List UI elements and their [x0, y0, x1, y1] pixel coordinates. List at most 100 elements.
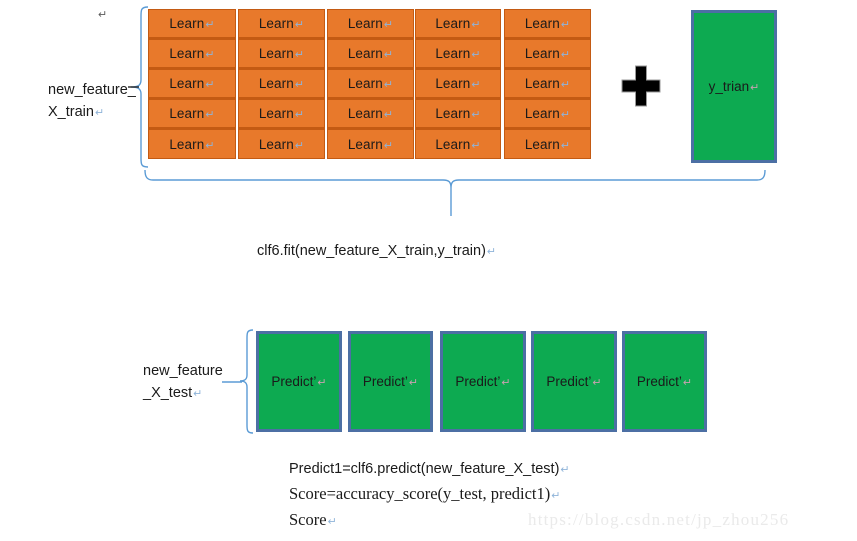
learner-cell-label: Learn: [347, 16, 383, 31]
learner-cell: Learn ↵: [148, 9, 236, 39]
diagram-canvas: ↵ new_feature_ X_train↵ Learn ↵ Learn ↵ Lear…: [0, 0, 857, 541]
learner-cell: Learn ↵: [327, 129, 414, 159]
test-input-label-line1: new_feature: [143, 363, 223, 379]
learner-cell: Learn ↵: [327, 69, 414, 99]
pilcrow-icon: ↵: [486, 246, 497, 258]
predict-box-label: Predict’: [362, 374, 408, 389]
learner-column: Learn ↵ Learn ↵ Learn ↵ Learn ↵ Learn ↵: [327, 9, 414, 159]
learner-cell: Learn ↵: [148, 129, 236, 159]
test-label-connector-icon: [222, 381, 242, 383]
train-input-label-line2: X_train: [48, 104, 94, 120]
learner-cell: Learn ↵: [327, 9, 414, 39]
learner-column: Learn ↵ Learn ↵ Learn ↵ Learn ↵ Learn ↵: [238, 9, 325, 159]
learner-cell-label: Learn: [347, 76, 383, 91]
pilcrow-icon: ↵: [383, 139, 394, 152]
learner-cell: Learn ↵: [238, 9, 325, 39]
predict-box: Predict’ ↵: [348, 331, 433, 432]
learner-cell: Learn ↵: [238, 129, 325, 159]
stray-pilcrow-mark: ↵: [98, 9, 108, 21]
pilcrow-icon: ↵: [682, 377, 693, 389]
learner-cell-label: Learn: [258, 106, 294, 121]
pilcrow-icon: ↵: [205, 109, 215, 121]
learner-cell: Learn ↵: [148, 39, 236, 69]
learner-cell: Learn ↵: [504, 39, 591, 69]
learner-cell-label: Learn: [435, 16, 471, 31]
pilcrow-icon: ↵: [294, 19, 305, 31]
pilcrow-icon: ↵: [94, 107, 105, 119]
learner-cell: Learn ↵: [415, 99, 501, 129]
pilcrow-icon: ↵: [560, 139, 571, 152]
pilcrow-icon: ↵: [205, 19, 215, 31]
code-line-text: Predict1=clf6.predict(new_feature_X_test…: [289, 461, 560, 477]
pilcrow-icon: ↵: [560, 109, 571, 121]
learner-cell-label: Learn: [435, 106, 471, 121]
pilcrow-icon: ↵: [551, 490, 561, 502]
pilcrow-icon: ↵: [294, 49, 305, 61]
pilcrow-icon: ↵: [205, 49, 215, 61]
learner-cell-label: Learn: [169, 46, 205, 61]
predict-box-label: Predict’: [455, 374, 501, 389]
learner-cell-label: Learn: [524, 136, 560, 152]
pilcrow-icon: ↵: [750, 82, 760, 94]
pilcrow-icon: ↵: [383, 79, 394, 91]
learner-cell-label: Learn: [169, 106, 205, 121]
test-input-label-line2: _X_test: [143, 385, 193, 401]
learner-cell: Learn ↵: [504, 99, 591, 129]
learner-cell: Learn ↵: [415, 39, 501, 69]
learner-column: Learn ↵ Learn ↵ Learn ↵ Learn ↵ Learn ↵: [504, 9, 591, 159]
code-line-text: Score: [289, 510, 327, 529]
pilcrow-icon: ↵: [317, 377, 327, 389]
learner-cell-label: Learn: [524, 76, 560, 91]
learner-column: Learn ↵ Learn ↵ Learn ↵ Learn ↵ Learn ↵: [415, 9, 501, 159]
y-train-box: y_trian ↵: [691, 10, 777, 163]
pilcrow-icon: ↵: [294, 139, 305, 152]
y-train-box-label: y_trian: [708, 79, 750, 94]
learner-cell-label: Learn: [169, 136, 205, 152]
pilcrow-icon: ↵: [294, 109, 305, 121]
learner-cell-label: Learn: [347, 46, 383, 61]
pilcrow-icon: ↵: [501, 377, 511, 389]
predict-box: Predict’ ↵: [531, 331, 617, 432]
predict-box-label: Predict’: [271, 374, 317, 389]
pilcrow-icon: ↵: [193, 388, 203, 400]
learner-cell-label: Learn: [258, 136, 294, 152]
learner-cell-label: Learn: [524, 106, 560, 121]
fit-call-code: clf6.fit(new_feature_X_train,y_train): [257, 243, 486, 259]
learner-cell: Learn ↵: [327, 99, 414, 129]
learner-cell-label: Learn: [169, 16, 205, 31]
learner-cell: Learn ↵: [327, 39, 414, 69]
learner-cell-label: Learn: [524, 16, 560, 31]
learner-cell: Learn ↵: [238, 69, 325, 99]
learner-cell-label: Learn: [347, 136, 383, 152]
pilcrow-icon: ↵: [383, 19, 394, 31]
learner-cell-label: Learn: [258, 46, 294, 61]
learner-cell-label: Learn: [524, 46, 560, 61]
pilcrow-icon: ↵: [471, 79, 481, 91]
learner-cell: Learn ↵: [148, 99, 236, 129]
learner-cell: Learn ↵: [148, 69, 236, 99]
pilcrow-icon: ↵: [294, 79, 305, 91]
learner-cell: Learn ↵: [504, 9, 591, 39]
code-line: Score=accuracy_score(y_test, predict1)↵: [289, 484, 560, 504]
learner-column: Learn ↵ Learn ↵ Learn ↵ Learn ↵ Learn ↵: [148, 9, 236, 159]
pilcrow-icon: ↵: [471, 49, 481, 61]
predict-box: Predict’ ↵: [256, 331, 342, 432]
pilcrow-icon: ↵: [383, 49, 394, 61]
predict-box: Predict’ ↵: [622, 331, 707, 432]
predict-box-label: Predict’: [636, 374, 682, 389]
learner-cell: Learn ↵: [504, 129, 591, 159]
learner-cell: Learn ↵: [238, 39, 325, 69]
pilcrow-icon: ↵: [560, 79, 571, 91]
pilcrow-icon: ↵: [383, 109, 394, 121]
pilcrow-icon: ↵: [560, 49, 571, 61]
code-line: Predict1=clf6.predict(new_feature_X_test…: [289, 461, 570, 477]
fit-call-text: clf6.fit(new_feature_X_train,y_train)↵: [257, 243, 496, 259]
learner-cell-label: Learn: [347, 106, 383, 121]
code-line-text: Score=accuracy_score(y_test, predict1): [289, 484, 551, 503]
learner-cell: Learn ↵: [415, 9, 501, 39]
pilcrow-icon: ↵: [592, 377, 602, 389]
pilcrow-icon: ↵: [560, 19, 571, 31]
pilcrow-icon: ↵: [327, 516, 337, 528]
learner-cell: Learn ↵: [415, 129, 501, 159]
pilcrow-icon: ↵: [205, 79, 215, 91]
